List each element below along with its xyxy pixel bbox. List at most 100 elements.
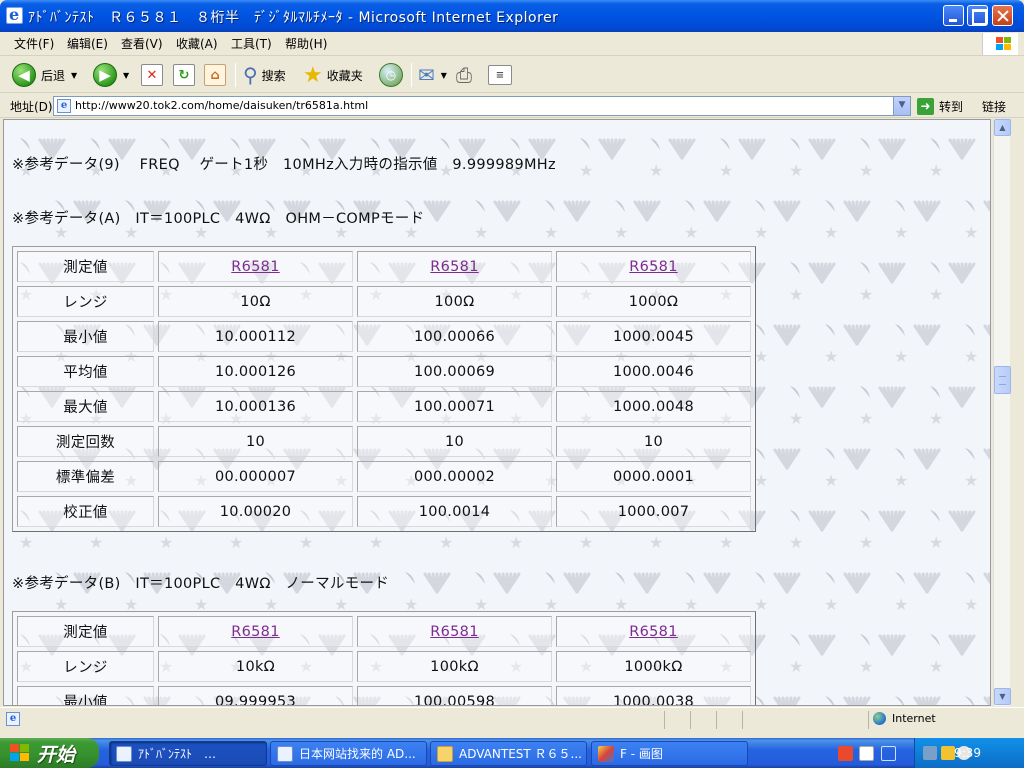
minimize-button[interactable] [943, 5, 964, 26]
go-button[interactable]: ➜ 转到 [917, 96, 963, 116]
menu-bar: 文件(F) 编辑(E) 查看(V) 收藏(A) 工具(T) 帮助(H) [0, 32, 1024, 56]
table-cell: 1000.0048 [556, 391, 751, 422]
table-header-row: 測定値 R6581 R6581 R6581 [17, 616, 751, 647]
header-cell: R6581 [556, 251, 751, 282]
warning-icon[interactable] [941, 746, 955, 760]
table-row: レンジ 10kΩ 100kΩ 1000kΩ [17, 651, 751, 682]
task-ie-window[interactable]: ｱﾄﾞﾊﾞﾝﾃｽﾄ … [109, 741, 267, 766]
home-button[interactable]: ⌂ [204, 60, 226, 90]
address-dropdown-icon[interactable]: ▼ [893, 97, 910, 115]
table-cell: 1000Ω [556, 286, 751, 317]
menu-edit[interactable]: 编辑(E) [67, 35, 108, 52]
model-link[interactable]: R6581 [430, 624, 478, 640]
network-icon[interactable] [923, 746, 937, 760]
chevron-down-icon[interactable]: ▼ [123, 71, 129, 80]
back-button[interactable]: ◀ 后退 ▼ [12, 60, 77, 90]
scroll-down-icon[interactable]: ▼ [994, 688, 1011, 705]
menu-view[interactable]: 查看(V) [121, 35, 163, 52]
title-bar[interactable]: ｱﾄﾞﾊﾞﾝﾃｽﾄ Ｒ６５８１ ８桁半 ﾃﾞｼﾞﾀﾙﾏﾙﾁﾒｰﾀ - Micro… [0, 0, 1024, 32]
close-button[interactable] [992, 5, 1013, 26]
table-cell: 100.00066 [357, 321, 552, 352]
table-row: 標準偏差 00.000007 000.00002 0000.0001 [17, 461, 751, 492]
scroll-up-icon[interactable]: ▲ [994, 119, 1011, 136]
model-link[interactable]: R6581 [231, 624, 279, 640]
status-divider [868, 711, 869, 729]
edit-button[interactable]: ≡ [488, 60, 512, 90]
folder-icon [437, 745, 453, 762]
print-button[interactable]: ⎙ [456, 60, 472, 90]
row-label: 最大値 [17, 391, 154, 422]
header-cell: R6581 [556, 616, 751, 647]
scroll-thumb[interactable] [994, 366, 1011, 394]
mail-button[interactable]: ✉ ▼ [418, 60, 447, 90]
search-icon: ⚲ [243, 63, 258, 87]
page-status-icon: e [6, 712, 20, 726]
toolbar-separator [235, 63, 236, 87]
refresh-button[interactable]: ↻ [173, 60, 195, 90]
start-button[interactable]: 开始 [0, 738, 99, 768]
chevron-down-icon[interactable]: ▼ [441, 71, 447, 80]
back-label: 后退 [41, 68, 66, 83]
address-bar: 地址(D) e http://www20.tok2.com/home/daisu… [0, 94, 1024, 118]
toolbar-separator [411, 63, 412, 87]
start-label: 开始 [37, 743, 76, 766]
clock[interactable]: 9:39 [954, 746, 981, 760]
row-label: 最小値 [17, 321, 154, 352]
maximize-button[interactable] [967, 5, 988, 26]
forward-arrow-icon: ▶ [93, 63, 117, 87]
status-divider [664, 711, 665, 729]
address-label: 地址(D) [10, 100, 53, 114]
table-cell: 10.000136 [158, 391, 353, 422]
row-label: 最小値 [17, 686, 154, 705]
menu-file[interactable]: 文件(F) [14, 35, 54, 52]
model-link[interactable]: R6581 [430, 259, 478, 275]
edit-page-icon: ≡ [488, 65, 512, 85]
table-cell: 100.00598 [357, 686, 552, 705]
model-link[interactable]: R6581 [629, 624, 677, 640]
page-content[interactable]: ★ ★ ★ ★ ★ ★ ★ ★ ★ ★ ★ ★ ★ ★ ★ ★ ★ ★ ★ ★ ★ ★ ★ ★ ★ ★ ★ ★ ★ ★ ★ ★ ★ ★ ★ ★ ★ ★ ★ ★… [3, 119, 991, 706]
menu-help[interactable]: 帮助(H) [285, 35, 327, 52]
globe-icon [873, 712, 886, 725]
refresh-icon: ↻ [173, 64, 195, 86]
address-url[interactable]: http://www20.tok2.com/home/daisuken/tr65… [75, 99, 368, 112]
search-button[interactable]: ⚲ 搜索 [243, 60, 286, 90]
menu-favorites[interactable]: 收藏(A) [176, 35, 218, 52]
task-paint[interactable]: F - 画图 [591, 741, 748, 766]
task-ie-window-2[interactable]: 日本网站找来的 AD... [270, 741, 427, 766]
paint-icon [598, 745, 614, 762]
address-input[interactable]: e http://www20.tok2.com/home/daisuken/tr… [53, 96, 911, 116]
security-zone: Internet [873, 712, 936, 725]
vertical-scrollbar[interactable]: ▲ ▼ [993, 119, 1011, 706]
menu-tools[interactable]: 工具(T) [231, 35, 272, 52]
status-divider [742, 711, 743, 729]
history-button[interactable]: ◷ [379, 60, 403, 90]
favorites-button[interactable]: ★ 收藏夹 [303, 60, 363, 90]
row-label: レンジ [17, 651, 154, 682]
restore-icon[interactable] [881, 746, 896, 761]
model-link[interactable]: R6581 [231, 259, 279, 275]
forward-button[interactable]: ▶ ▼ [93, 60, 129, 90]
header-cell: 測定値 [17, 251, 154, 282]
table-cell: 10 [556, 426, 751, 457]
header-cell: R6581 [158, 251, 353, 282]
table-row: 最小値 10.000112 100.00066 1000.0045 [17, 321, 751, 352]
status-divider [716, 711, 717, 729]
star-icon: ★ [303, 62, 323, 88]
chevron-down-icon[interactable]: ▼ [71, 71, 77, 80]
help-icon[interactable] [859, 746, 874, 761]
table-cell: 000.00002 [357, 461, 552, 492]
app-s-icon[interactable] [838, 746, 853, 761]
model-link[interactable]: R6581 [629, 259, 677, 275]
ie-icon [6, 5, 23, 24]
header-cell: R6581 [158, 616, 353, 647]
table-cell: 00.000007 [158, 461, 353, 492]
printer-icon: ⎙ [456, 63, 472, 87]
zone-label: Internet [892, 712, 936, 725]
table-cell: 10 [158, 426, 353, 457]
stop-button[interactable]: ✕ [141, 60, 163, 90]
table-header-row: 測定値 R6581 R6581 R6581 [17, 251, 751, 282]
table-cell: 1000kΩ [556, 651, 751, 682]
window-title: ｱﾄﾞﾊﾞﾝﾃｽﾄ Ｒ６５８１ ８桁半 ﾃﾞｼﾞﾀﾙﾏﾙﾁﾒｰﾀ - Micro… [28, 10, 559, 26]
links-button[interactable]: 链接 [982, 98, 1006, 115]
task-folder[interactable]: ADVANTEST Ｒ６５... [430, 741, 587, 766]
